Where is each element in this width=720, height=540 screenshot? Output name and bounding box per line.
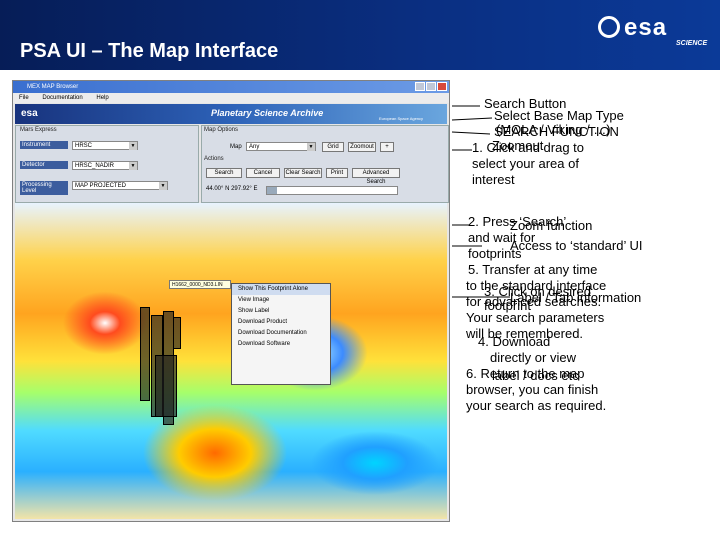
psa-banner: esa Planetary Science Archive European S…: [15, 104, 447, 124]
annotation-step4-line1: 4. Download: [478, 334, 551, 349]
maximize-icon[interactable]: [426, 82, 436, 91]
zoom-in-button[interactable]: +: [380, 142, 394, 152]
mars-express-panel: Mars Express Instrument HRSC ▼ Detector H…: [15, 125, 199, 203]
menu-item-download-documentation[interactable]: Download Documentation: [232, 328, 330, 339]
annotation-step5-line1: 5. Transfer at any time: [468, 262, 598, 277]
instrument-value: HRSC: [75, 143, 93, 149]
search-button[interactable]: Search: [206, 168, 242, 178]
close-icon[interactable]: [437, 82, 447, 91]
annotation-zoom-function: Zoom function: [510, 218, 593, 233]
print-button[interactable]: Print: [326, 168, 348, 178]
callout-line: [451, 117, 493, 121]
annotation-step6-line2: browser, you can finish: [466, 382, 599, 397]
mars-express-title: Mars Express: [20, 127, 57, 133]
processing-level-value: MAP PROJECTED: [75, 183, 126, 189]
search-progress-bar: [266, 186, 398, 195]
grid-button[interactable]: Grid: [322, 142, 344, 152]
esa-logo-text: esa: [624, 14, 668, 41]
footprint[interactable]: [173, 317, 181, 349]
chevron-down-icon: ▼: [129, 162, 137, 170]
menu-item-download-product[interactable]: Download Product: [232, 317, 330, 328]
map-type-select[interactable]: Any ▼: [246, 142, 316, 151]
progress-fill: [267, 187, 278, 194]
detector-select[interactable]: HRSC_NADIR ▼: [72, 161, 138, 170]
detector-value: HRSC_NADIR: [75, 163, 115, 169]
slide-header: PSA UI – The Map Interface esa SCIENCE: [0, 0, 720, 70]
actions-title: Actions: [204, 156, 224, 162]
slide-title: PSA UI – The Map Interface: [20, 40, 279, 62]
esa-logo-mark-icon: [598, 16, 620, 38]
chevron-down-icon: ▼: [129, 142, 137, 150]
banner-esa-logo: esa: [21, 108, 38, 119]
annotation-step1-line2: select your area of: [472, 156, 579, 171]
map-options-panel: Map Options Map Any ▼ Grid Zoomout + Acti…: [201, 125, 449, 203]
footprint[interactable]: [140, 307, 150, 401]
annotation-zoomout: Zoomout: [492, 138, 544, 153]
map-browser-window: MEX MAP Browser File Documentation Help …: [12, 80, 450, 522]
processing-level-label: Processing Level: [20, 181, 68, 195]
map-options-title: Map Options: [204, 127, 239, 133]
chevron-down-icon: ▼: [307, 143, 315, 151]
annotation-standard-ui: Access to ‘standard’ UI: [510, 238, 643, 253]
footprint-context-menu: Show This Footprint Alone View Image Sho…: [231, 283, 331, 385]
coordinate-readout: 44.00° N 297.92° E: [206, 186, 258, 192]
advanced-search-button[interactable]: Advanced Search: [352, 168, 400, 185]
banner-title: Planetary Science Archive: [211, 108, 324, 118]
banner-agency: European Space Agency: [379, 116, 424, 121]
annotation-step4-line2: directly or view: [490, 350, 576, 365]
minimize-icon[interactable]: [415, 82, 425, 91]
menu-item-show-footprint-alone[interactable]: Show This Footprint Alone: [232, 284, 330, 295]
instrument-select[interactable]: HRSC ▼: [72, 141, 138, 150]
menu-item-show-label[interactable]: Show Label: [232, 306, 330, 317]
instrument-label: Instrument: [20, 141, 68, 149]
map-type-value: Any: [249, 144, 260, 150]
window-titlebar: MEX MAP Browser: [13, 81, 449, 93]
annotation-step6-line1: 6. Return to the map: [466, 366, 585, 381]
annotation-label-info: Label / Tab information: [510, 290, 642, 305]
annotation-step1-line3: interest: [472, 172, 515, 187]
annotation-step6-line3: your search as required.: [466, 398, 607, 413]
chevron-down-icon: ▼: [159, 182, 167, 190]
cancel-button[interactable]: Cancel: [246, 168, 280, 178]
map-type-label: Map: [230, 144, 242, 150]
menu-item-view-image[interactable]: View Image: [232, 295, 330, 306]
detector-label: Detector: [20, 161, 68, 169]
clear-search-button[interactable]: Clear Search: [284, 168, 322, 178]
zoomout-button[interactable]: Zoomout: [348, 142, 376, 152]
menu-help[interactable]: Help: [96, 95, 108, 101]
esa-logo: esa SCIENCE: [598, 8, 713, 48]
menu-file[interactable]: File: [19, 95, 29, 101]
menu-bar: File Documentation Help: [13, 93, 449, 103]
esa-logo-subtext: SCIENCE: [676, 40, 708, 47]
window-title: MEX MAP Browser: [27, 84, 79, 90]
callout-line: [451, 131, 491, 135]
processing-level-select[interactable]: MAP PROJECTED ▼: [72, 181, 168, 190]
menu-item-download-software[interactable]: Download Software: [232, 339, 330, 350]
menu-documentation[interactable]: Documentation: [42, 95, 82, 101]
footprint-tooltip: H1662_0000_ND3.LIN: [169, 280, 231, 289]
footprint[interactable]: [155, 355, 177, 417]
